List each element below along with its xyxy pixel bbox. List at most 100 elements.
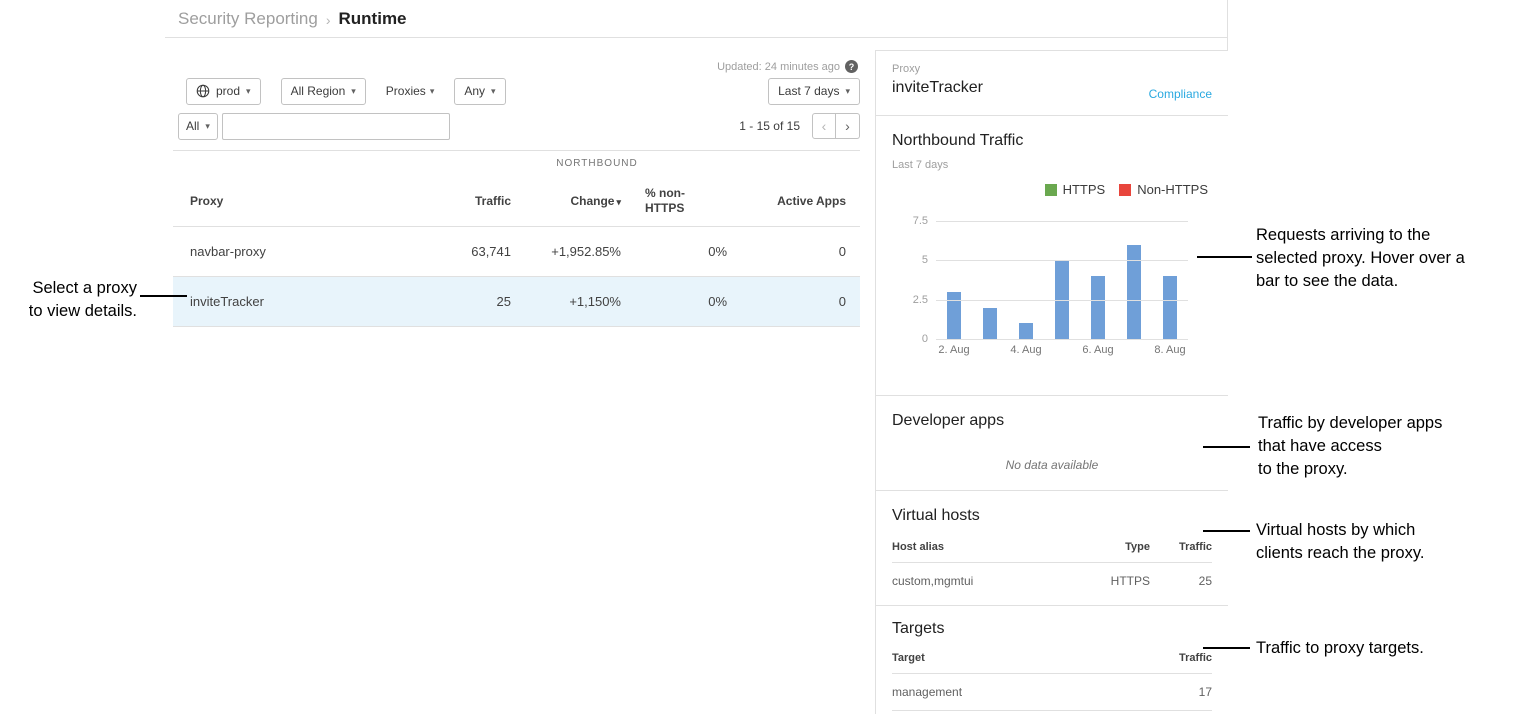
any-dropdown[interactable]: Any ▾ [454,78,505,105]
column-header-proxy: Proxy [173,177,453,227]
table-group-header-row: NORTHBOUND [173,151,860,177]
table-row[interactable]: inviteTracker 25 +1,150% 0% 0 [173,277,860,327]
x-axis-labels: 2. Aug4. Aug6. Aug8. Aug [936,344,1188,356]
northbound-traffic-section: Northbound Traffic Last 7 days HTTPS Non… [876,116,1228,396]
breadcrumb-parent[interactable]: Security Reporting [178,9,318,29]
https-bar[interactable] [1091,276,1105,339]
filter-toolbar: prod ▾ All Region ▾ Proxies ▾ Any ▾ [186,77,860,105]
page-title: Runtime [339,9,407,29]
previous-page-button[interactable]: ‹ [812,113,836,139]
virtual-hosts-table: Host alias Type Traffic custom,mgmtui HT… [892,541,1212,599]
virtual-host-row[interactable]: custom,mgmtui HTTPS 25 [892,563,1212,600]
bar-slot [1080,221,1116,339]
help-icon[interactable]: ? [845,60,858,73]
cell-active-apps: 0 [741,227,860,277]
cell-change: +1,150% [525,277,635,327]
caret-down-icon: ▾ [491,86,496,97]
targets-table: Target Traffic management 17 [892,652,1212,711]
https-bar[interactable] [983,308,997,339]
breadcrumb-separator-icon: › [326,10,331,28]
bar-chart-plot: 02.557.5 [936,221,1188,339]
proxies-label: Proxies [386,84,426,98]
search-input[interactable] [222,113,450,140]
x-tick-label [1116,344,1152,356]
column-header-host-alias: Host alias [892,541,1080,563]
group-header-spacer [741,151,860,177]
main-panel: Updated: 24 minutes ago ? prod ▾ All Reg… [173,50,860,714]
legend-item-https: HTTPS [1045,182,1106,197]
annotation-developer-apps: Traffic by developer apps that have acce… [1258,412,1498,481]
cell-traffic: 25 [453,277,525,327]
next-page-button[interactable]: › [836,113,860,139]
y-tick-label: 2.5 [894,294,928,306]
annotation-targets: Traffic to proxy targets. [1256,637,1501,660]
caret-down-icon: ▾ [205,121,210,132]
column-header-active-apps: Active Apps [741,177,860,227]
breadcrumb: Security Reporting › Runtime [165,0,1227,38]
column-header-type: Type [1080,541,1150,563]
gridline [936,221,1188,222]
legend-label: HTTPS [1063,182,1106,197]
legend-label: Non-HTTPS [1137,182,1208,197]
bar-slot [1044,221,1080,339]
targets-header-row: Target Traffic [892,652,1212,674]
caret-down-icon: ▾ [246,86,251,97]
pagination-count: 1 - 15 of 15 [739,119,800,133]
https-bar[interactable] [1163,276,1177,339]
cell-non-https: 0% [635,277,741,327]
region-label: All Region [291,84,346,98]
proxy-header-section: Proxy inviteTracker Compliance [876,51,1228,116]
x-tick-label: 6. Aug [1080,344,1116,356]
annotation-select-proxy: Select a proxy to view details. [0,277,137,323]
date-range-dropdown[interactable]: Last 7 days ▾ [768,78,860,105]
virtual-hosts-header-row: Host alias Type Traffic [892,541,1212,563]
column-header-non-https: % non- HTTPS [635,177,741,227]
environment-dropdown[interactable]: prod ▾ [186,78,261,105]
https-bar[interactable] [1127,245,1141,339]
callout-line [1203,530,1250,532]
caret-down-icon: ▾ [845,86,850,97]
cell-proxy: inviteTracker [173,277,453,327]
https-swatch-icon [1045,184,1057,196]
updated-label: Updated: 24 minutes ago [717,61,840,73]
proxies-dropdown[interactable]: Proxies ▾ [386,78,435,105]
column-header-target: Target [892,652,1150,674]
callout-line [140,295,187,297]
bar-slot [936,221,972,339]
bar-slot [972,221,1008,339]
group-header-northbound: NORTHBOUND [453,151,741,177]
annotation-virtual-hosts: Virtual hosts by which clients reach the… [1256,519,1501,565]
cell-traffic: 17 [1150,674,1212,711]
developer-apps-title: Developer apps [892,396,1212,430]
cell-target: management [892,674,1150,711]
table-row[interactable]: navbar-proxy 63,741 +1,952.85% 0% 0 [173,227,860,277]
column-header-traffic: Traffic [453,177,525,227]
bar-slot [1116,221,1152,339]
gridline [936,260,1188,261]
x-tick-label: 8. Aug [1152,344,1188,356]
bar-slot [1008,221,1044,339]
search-scope-dropdown[interactable]: All ▾ [178,113,218,140]
column-header-traffic: Traffic [1150,652,1212,674]
any-label: Any [464,84,485,98]
globe-icon [196,84,210,98]
cell-host-alias: custom,mgmtui [892,563,1080,600]
x-tick-label [1044,344,1080,356]
group-header-spacer [173,151,453,177]
updated-status: Updated: 24 minutes ago ? [717,60,858,73]
target-row[interactable]: management 17 [892,674,1212,711]
column-header-change[interactable]: Change▾ [525,177,635,227]
cell-proxy: navbar-proxy [173,227,453,277]
column-header-traffic: Traffic [1150,541,1212,563]
caret-down-icon: ▾ [351,86,356,97]
proxies-table: NORTHBOUND Proxy Traffic Change▾ % non- … [173,150,860,327]
cell-change: +1,952.85% [525,227,635,277]
cell-type: HTTPS [1080,563,1150,600]
compliance-link[interactable]: Compliance [1149,87,1212,101]
callout-line [1197,256,1252,258]
screen: Security Reporting › Runtime Updated: 24… [0,0,1516,714]
caret-down-icon: ▾ [430,86,435,97]
sort-desc-icon: ▾ [616,197,621,207]
region-dropdown[interactable]: All Region ▾ [281,78,366,105]
https-bar[interactable] [1019,323,1033,339]
